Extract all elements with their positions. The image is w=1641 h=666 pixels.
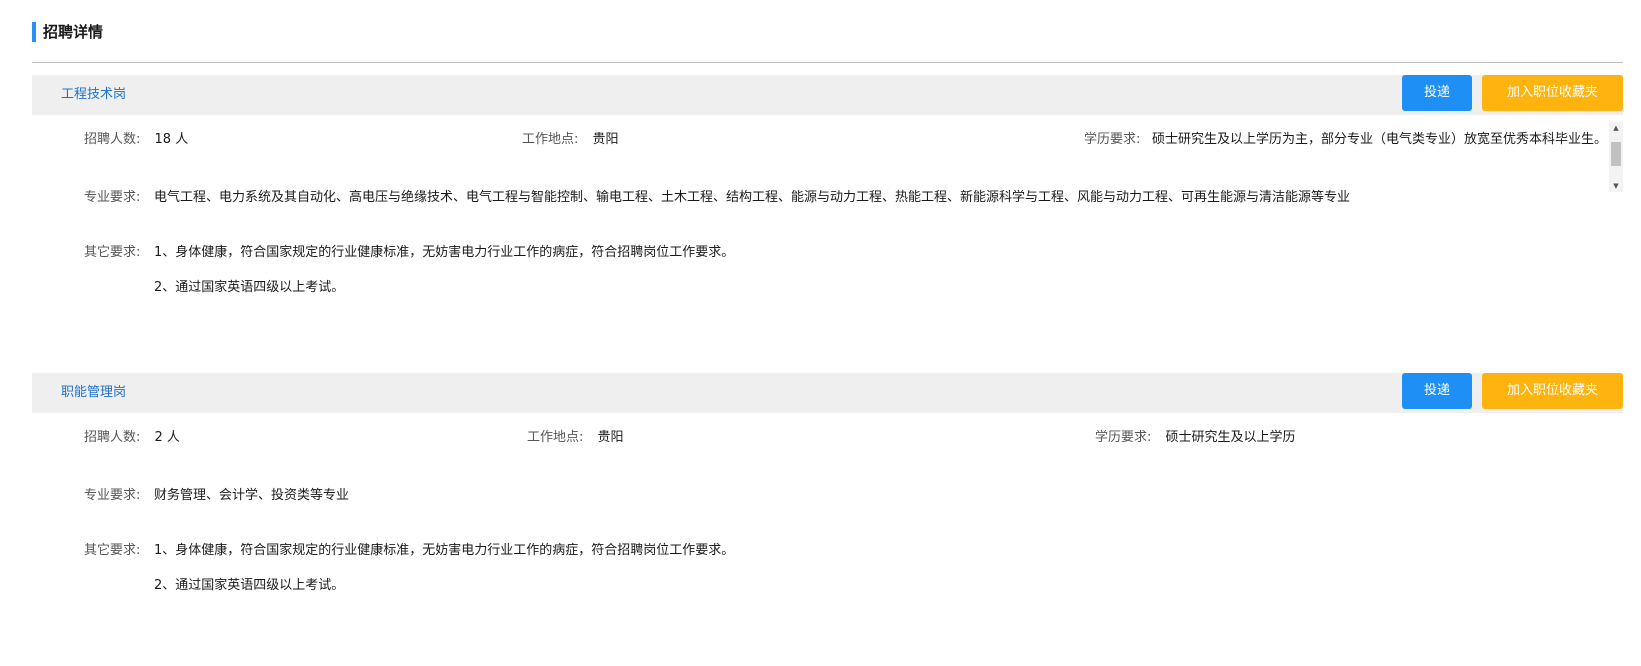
recruit-count-label: 招聘人数: bbox=[84, 132, 141, 147]
recruit-count-field: 招聘人数: 2 人 bbox=[84, 429, 180, 447]
job-title-link[interactable]: 工程技术岗 bbox=[61, 75, 126, 115]
education-label: 学历要求: bbox=[1084, 132, 1141, 147]
recruit-count-value: 18 人 bbox=[154, 132, 189, 147]
scrollbar-thumb[interactable] bbox=[1611, 142, 1621, 166]
recruit-count-label: 招聘人数: bbox=[84, 430, 141, 445]
other-requirement-line: 2、通过国家英语四级以上考试。 bbox=[154, 578, 345, 593]
education-label: 学历要求: bbox=[1095, 430, 1152, 445]
job-header: 工程技术岗 投递 加入职位收藏夹 bbox=[32, 75, 1623, 115]
title-divider bbox=[32, 62, 1623, 63]
education-value: 硕士研究生及以上学历 bbox=[1165, 430, 1296, 445]
work-location-value: 贵阳 bbox=[592, 132, 619, 147]
education-scroll-box[interactable]: 硕士研究生及以上学历为主，部分专业（电气类专业）放宽至优秀本科毕业生。 ▲ ▼ bbox=[1152, 122, 1623, 192]
major-label: 专业要求: bbox=[84, 190, 141, 205]
education-value: 硕士研究生及以上学历为主，部分专业（电气类专业）放宽至优秀本科毕业生。 bbox=[1152, 132, 1608, 147]
other-requirement-line: 2、通过国家英语四级以上考试。 bbox=[154, 280, 345, 295]
other-requirement-line: 1、身体健康，符合国家规定的行业健康标准，无妨害电力行业工作的病症，符合招聘岗位… bbox=[154, 245, 735, 260]
section-title: 招聘详情 bbox=[32, 22, 103, 42]
work-location-field: 工作地点: 贵阳 bbox=[522, 131, 619, 149]
triangle-down-icon[interactable]: ▼ bbox=[1609, 180, 1623, 192]
work-location-label: 工作地点: bbox=[522, 132, 579, 147]
recruit-count-field: 招聘人数: 18 人 bbox=[84, 131, 188, 149]
triangle-up-icon[interactable]: ▲ bbox=[1609, 122, 1623, 134]
add-to-favorites-button[interactable]: 加入职位收藏夹 bbox=[1482, 75, 1623, 111]
job-title-link[interactable]: 职能管理岗 bbox=[61, 373, 126, 413]
major-value: 财务管理、会计学、投资类等专业 bbox=[154, 488, 350, 503]
recruit-count-value: 2 人 bbox=[154, 430, 180, 445]
other-requirement-line: 1、身体健康，符合国家规定的行业健康标准，无妨害电力行业工作的病症，符合招聘岗位… bbox=[154, 543, 735, 558]
recruitment-detail-page: 招聘详情 工程技术岗 投递 加入职位收藏夹 招聘人数: 18 人 工作地点: 贵… bbox=[0, 0, 1641, 666]
major-label: 专业要求: bbox=[84, 488, 141, 503]
job-header: 职能管理岗 投递 加入职位收藏夹 bbox=[32, 373, 1623, 413]
other-requirements-label: 其它要求: bbox=[84, 543, 141, 558]
vertical-scrollbar[interactable]: ▲ ▼ bbox=[1609, 122, 1623, 192]
apply-button[interactable]: 投递 bbox=[1402, 373, 1472, 409]
major-value: 电气工程、电力系统及其自动化、高电压与绝缘技术、电气工程与智能控制、输电工程、土… bbox=[154, 190, 1351, 205]
work-location-field: 工作地点: 贵阳 bbox=[527, 429, 624, 447]
other-requirements-label: 其它要求: bbox=[84, 245, 141, 260]
work-location-value: 贵阳 bbox=[597, 430, 624, 445]
education-label-field: 学历要求: bbox=[1084, 131, 1140, 149]
education-field: 学历要求: 硕士研究生及以上学历 bbox=[1095, 429, 1296, 447]
work-location-label: 工作地点: bbox=[527, 430, 584, 445]
apply-button[interactable]: 投递 bbox=[1402, 75, 1472, 111]
add-to-favorites-button[interactable]: 加入职位收藏夹 bbox=[1482, 373, 1623, 409]
